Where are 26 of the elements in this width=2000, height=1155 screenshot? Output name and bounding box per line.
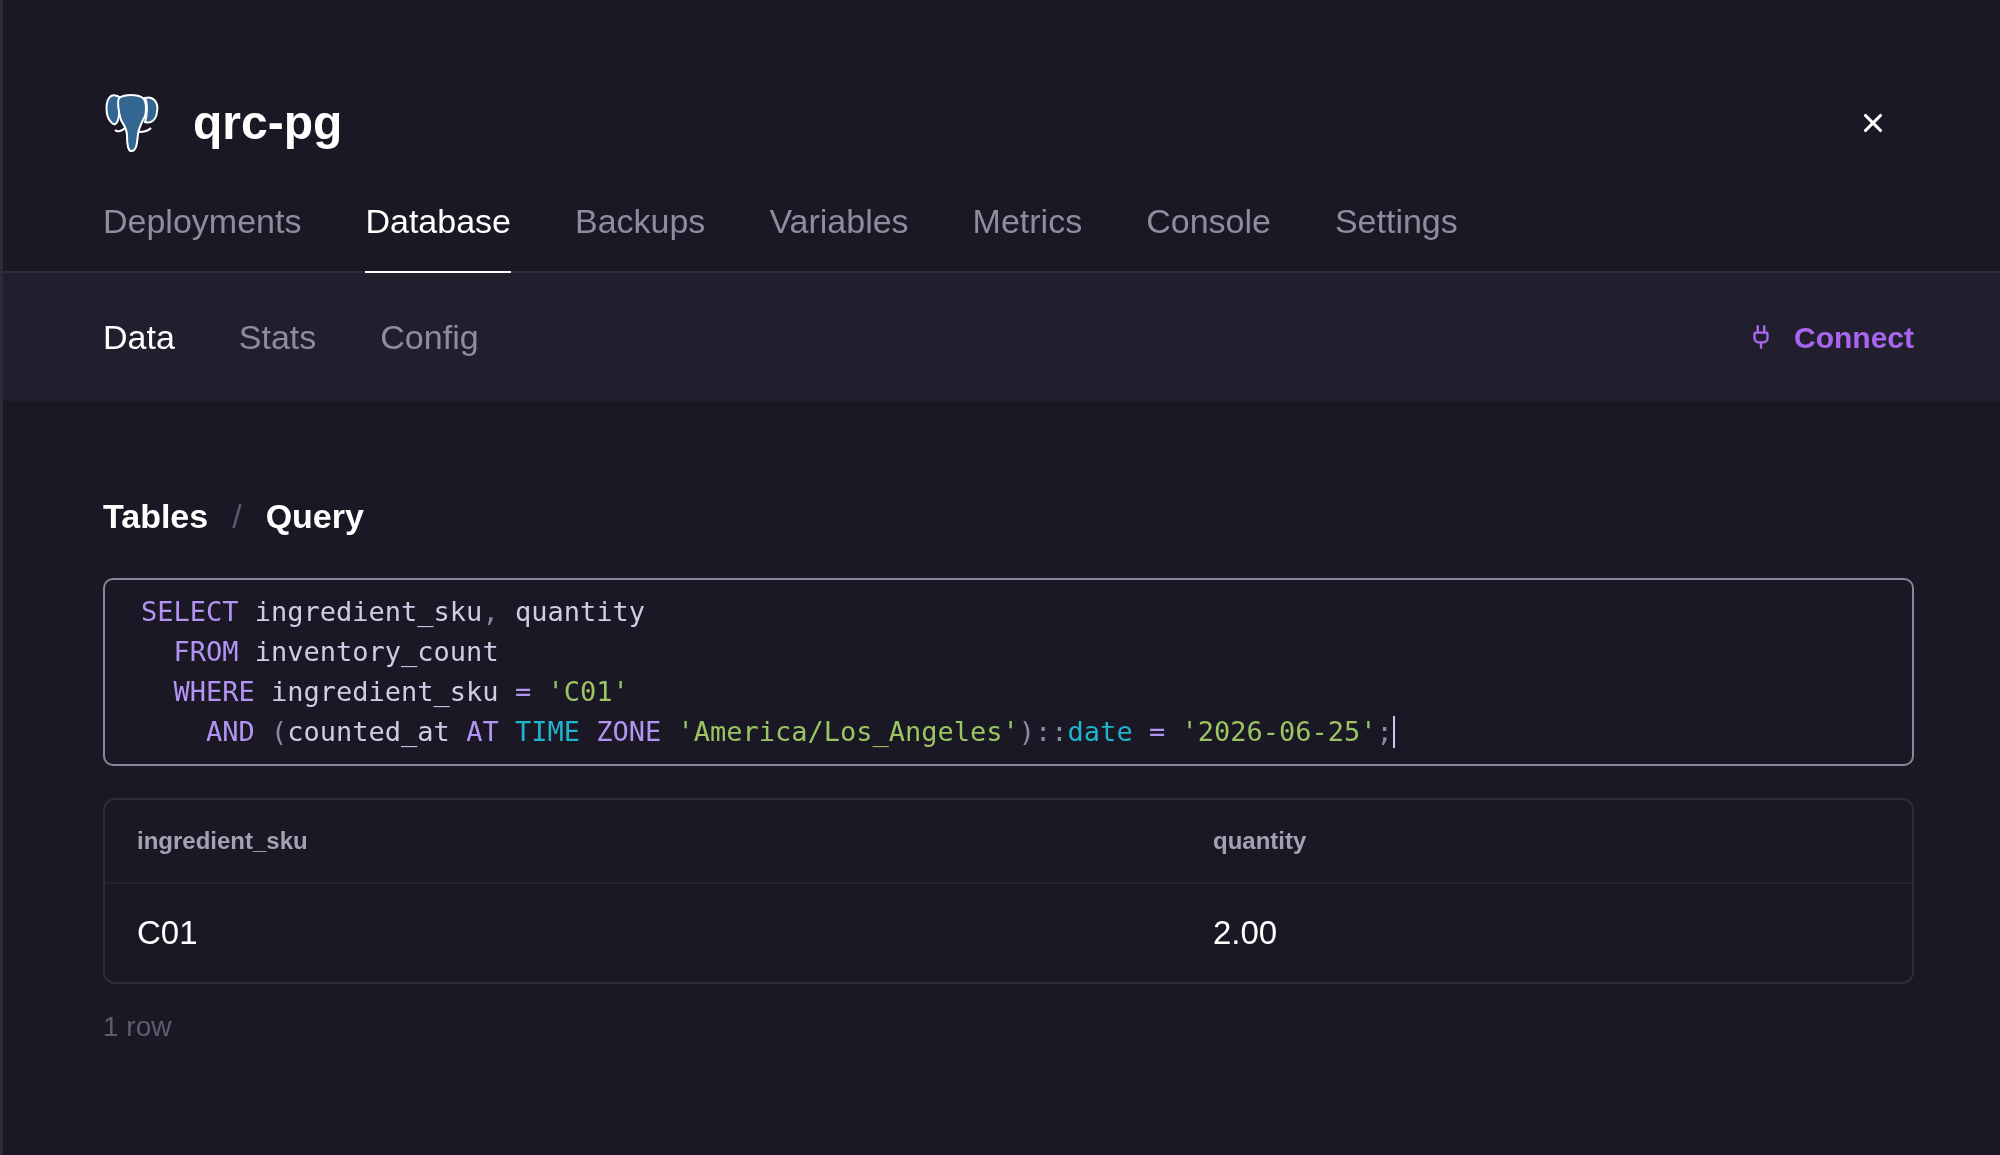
- subtab[interactable]: Data: [103, 311, 175, 363]
- tab[interactable]: Variables: [769, 196, 909, 273]
- table-cell-text: C01: [137, 913, 199, 954]
- tab[interactable]: Deployments: [103, 196, 302, 273]
- sql-editor[interactable]: SELECT ingredient_sku, quantity FROM inventory_count WHERE ingredient_sku = 'C01' AND (counted_at AT TIME ZONE 'America/Los_Angeles')::date = '2026-06-25';: [103, 578, 1914, 766]
- code-line: SELECT ingredient_sku, quantity: [141, 595, 646, 629]
- tab[interactable]: Console: [1146, 196, 1271, 273]
- code-line: FROM inventory_count: [172, 635, 500, 669]
- column-header: ingredient_sku: [137, 826, 309, 856]
- row-count: 1 row: [103, 1010, 173, 1044]
- database-title: qrc-pg: [193, 99, 343, 147]
- text-cursor: [1392, 716, 1395, 748]
- elephant-logo-icon: [103, 92, 161, 154]
- tab[interactable]: Backups: [574, 196, 706, 273]
- tab[interactable]: Metrics: [972, 196, 1083, 273]
- breadcrumb-item[interactable]: Tables: [103, 491, 209, 542]
- subtab[interactable]: Stats: [238, 311, 317, 363]
- code-line: AND (counted_at AT TIME ZONE 'America/Los_Angeles')::date = '2026-06-25';: [205, 715, 1396, 750]
- table-cell-text: 2.00: [1213, 913, 1279, 954]
- subtab[interactable]: Config: [380, 311, 479, 363]
- tab[interactable]: Settings: [1334, 196, 1458, 273]
- column-header: quantity: [1213, 826, 1308, 856]
- breadcrumb-separator: /: [232, 496, 242, 537]
- code-line: WHERE ingredient_sku = 'C01': [172, 675, 630, 709]
- connect-button[interactable]: Connect: [1748, 314, 1914, 360]
- breadcrumb-item[interactable]: Query: [265, 491, 364, 542]
